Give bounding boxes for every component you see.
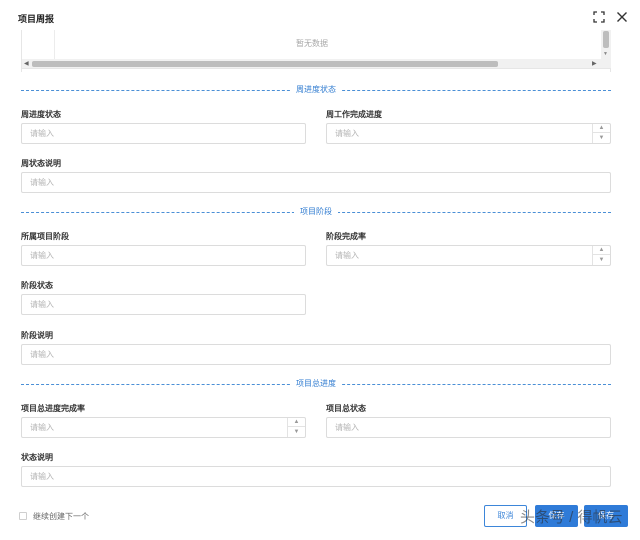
- stage-completion-rate-stepper[interactable]: 请输入 ▲ ▼: [326, 245, 611, 266]
- increment-icon[interactable]: ▲: [593, 124, 610, 133]
- increment-icon[interactable]: ▲: [593, 246, 610, 255]
- field-label: 阶段状态: [21, 281, 53, 290]
- field-label: 阶段说明: [21, 331, 53, 340]
- vertical-scroll-thumb[interactable]: [603, 31, 609, 48]
- stepper-placeholder: 请输入: [335, 129, 359, 138]
- section-divider-week-progress: 周进度状态: [21, 85, 611, 95]
- stage-desc-input[interactable]: 请输入: [21, 344, 611, 365]
- stepper-placeholder: 请输入: [30, 423, 54, 432]
- field-label: 阶段完成率: [326, 232, 366, 241]
- section-divider-stage: 项目阶段: [21, 207, 611, 217]
- project-stage-input[interactable]: 请输入: [21, 245, 306, 266]
- field-label: 项目总进度完成率: [21, 404, 85, 413]
- section-title: 项目总进度: [290, 379, 342, 389]
- field-label: 所属项目阶段: [21, 232, 69, 241]
- decrement-icon[interactable]: ▼: [593, 256, 610, 265]
- field-label: 周工作完成进度: [326, 110, 382, 119]
- increment-icon[interactable]: ▲: [288, 418, 305, 427]
- decrement-icon[interactable]: ▼: [288, 428, 305, 437]
- data-table: 暂无数据 ▼ ◀ ▶: [21, 30, 611, 72]
- field-label: 项目总状态: [326, 404, 366, 413]
- stage-status-input[interactable]: 请输入: [21, 294, 306, 315]
- scroll-down-icon[interactable]: ▼: [603, 51, 608, 57]
- table-vertical-scrollbar[interactable]: ▼: [601, 30, 611, 59]
- week-progress-status-input[interactable]: 请输入: [21, 123, 306, 144]
- scroll-right-icon[interactable]: ▶: [592, 60, 597, 67]
- dialog-title: 项目周报: [18, 14, 55, 24]
- section-divider-overall: 项目总进度: [21, 379, 611, 389]
- stepper-placeholder: 请输入: [335, 251, 359, 260]
- field-label: 状态说明: [21, 453, 53, 462]
- number-stepper-controls[interactable]: ▲ ▼: [287, 418, 305, 437]
- overall-completion-rate-stepper[interactable]: 请输入 ▲ ▼: [21, 417, 306, 438]
- week-work-completion-stepper[interactable]: 请输入 ▲ ▼: [326, 123, 611, 144]
- number-stepper-controls[interactable]: ▲ ▼: [592, 246, 610, 265]
- decrement-icon[interactable]: ▼: [593, 134, 610, 143]
- watermark: 头条号 / 得帆云: [520, 509, 623, 526]
- overall-status-input[interactable]: 请输入: [326, 417, 611, 438]
- status-desc-input[interactable]: 请输入: [21, 466, 611, 487]
- section-title: 项目阶段: [294, 207, 338, 217]
- close-icon[interactable]: [615, 10, 629, 24]
- field-label: 周状态说明: [21, 159, 61, 168]
- table-empty-text: 暂无数据: [296, 39, 328, 48]
- fullscreen-icon[interactable]: [592, 10, 606, 24]
- continue-create-label: 继续创建下一个: [33, 512, 89, 521]
- scroll-left-icon[interactable]: ◀: [24, 60, 29, 67]
- field-label: 周进度状态: [21, 110, 61, 119]
- number-stepper-controls[interactable]: ▲ ▼: [592, 124, 610, 143]
- table-horizontal-scrollbar[interactable]: ◀ ▶: [22, 59, 611, 69]
- section-title: 周进度状态: [290, 85, 342, 95]
- continue-create-checkbox[interactable]: [19, 512, 27, 520]
- horizontal-scroll-thumb[interactable]: [32, 61, 498, 67]
- week-status-desc-input[interactable]: 请输入: [21, 172, 611, 193]
